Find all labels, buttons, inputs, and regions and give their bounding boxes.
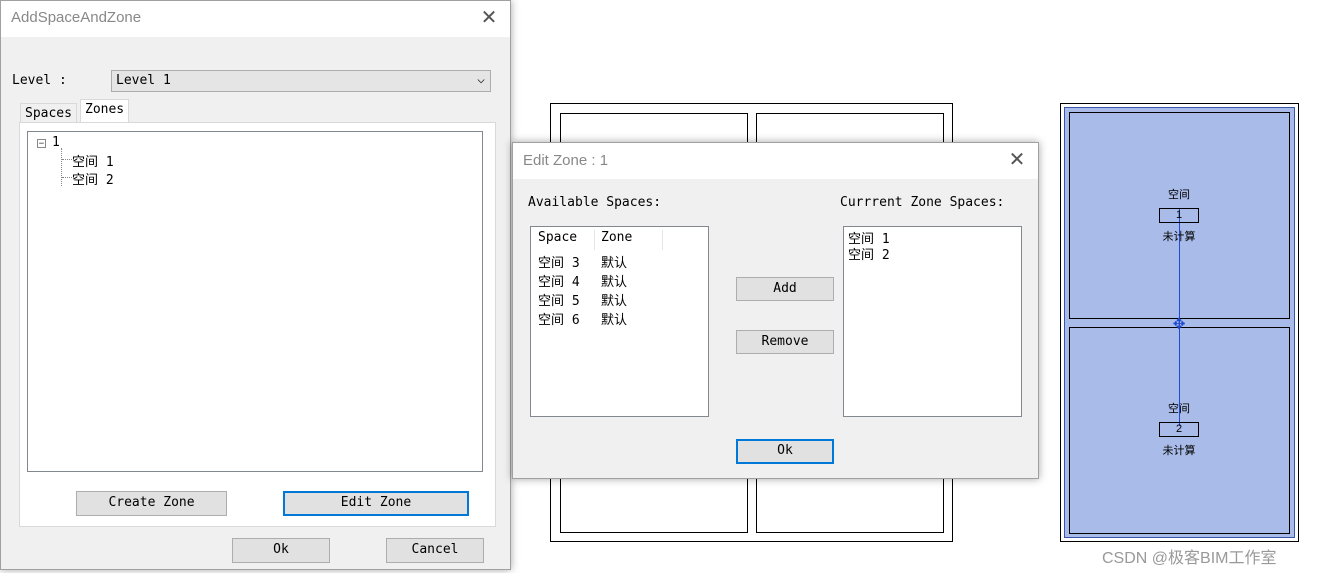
list-item-space[interactable]: 空间 2: [848, 244, 890, 263]
space-tag-area: 未计算: [1162, 445, 1196, 457]
tree-connector: [62, 159, 72, 160]
room-outline: [560, 478, 748, 533]
current-zone-spaces-label: Currrent Zone Spaces:: [840, 195, 1005, 210]
space-tag-name: 空间: [1168, 189, 1190, 201]
add-button[interactable]: Add: [736, 277, 834, 301]
available-spaces-label: Available Spaces:: [528, 195, 662, 210]
list-item-zone: 默认: [601, 313, 628, 328]
space-tag-number[interactable]: 1: [1159, 208, 1199, 223]
available-spaces-list[interactable]: Space Zone 空间 3 默认 空间 4 默认 空间 5 默认 空间 6 …: [530, 226, 709, 417]
collapse-icon[interactable]: −: [37, 139, 46, 149]
watermark-text: CSDN @极客BIM工作室: [1102, 550, 1277, 567]
create-zone-button[interactable]: Create Zone: [76, 491, 227, 516]
space-tag-area: 未计算: [1162, 231, 1196, 243]
list-item-zone: 默认: [601, 294, 628, 309]
dialog-titlebar[interactable]: AddSpaceAndZone ✕: [1, 1, 510, 37]
close-icon[interactable]: ✕: [1005, 150, 1029, 172]
column-header-space[interactable]: Space: [531, 230, 595, 250]
level-select[interactable]: Level 1 ⌵: [111, 70, 491, 92]
move-handle-icon[interactable]: ✥: [1168, 311, 1190, 333]
space-tag-name: 空间: [1168, 403, 1190, 415]
ok-button[interactable]: Ok: [736, 439, 834, 464]
add-space-and-zone-dialog: AddSpaceAndZone ✕ Level : Level 1 ⌵ Spac…: [0, 0, 511, 570]
cancel-button[interactable]: Cancel: [386, 538, 484, 563]
dialog-title: AddSpaceAndZone: [11, 9, 142, 26]
room-outline: [756, 478, 944, 533]
zone-tree[interactable]: − 1 空间 1 空间 2: [27, 131, 483, 472]
list-item-space[interactable]: 空间 5: [538, 290, 580, 309]
tab-panel: − 1 空间 1 空间 2 Create Zone Edit Zone: [19, 122, 496, 527]
room-outline: [560, 113, 748, 143]
room-outline: [756, 113, 944, 143]
tab-spaces-label: Spaces: [25, 106, 72, 121]
list-item-zone: 默认: [601, 256, 628, 271]
dialog-titlebar[interactable]: Edit Zone : 1 ✕: [513, 143, 1038, 179]
current-zone-spaces-list[interactable]: 空间 1 空间 2: [843, 226, 1022, 417]
level-select-value: Level 1: [116, 73, 171, 88]
tab-zones[interactable]: Zones: [80, 99, 130, 123]
level-label: Level :: [12, 73, 67, 88]
space-tag-number[interactable]: 2: [1159, 422, 1199, 437]
ok-button[interactable]: Ok: [232, 538, 330, 563]
list-item-space[interactable]: 空间 3: [538, 252, 580, 271]
tree-item-space[interactable]: 空间 1: [72, 151, 114, 170]
edit-zone-button[interactable]: Edit Zone: [283, 491, 469, 516]
tree-item-space[interactable]: 空间 2: [72, 169, 114, 188]
tree-connector: [61, 148, 62, 186]
tab-zones-label: Zones: [85, 102, 125, 117]
list-item-zone: 默认: [601, 275, 628, 290]
column-header-zone[interactable]: Zone: [595, 230, 663, 250]
tree-root-label[interactable]: 1: [52, 135, 60, 150]
chevron-down-icon: ⌵: [477, 72, 485, 87]
list-item-space[interactable]: 空间 6: [538, 309, 580, 328]
list-item-space[interactable]: 空间 4: [538, 271, 580, 290]
close-icon[interactable]: ✕: [477, 8, 501, 30]
edit-zone-dialog: Edit Zone : 1 ✕ Available Spaces: Currre…: [512, 142, 1039, 479]
tree-connector: [62, 177, 72, 178]
dialog-title: Edit Zone : 1: [523, 152, 609, 169]
remove-button[interactable]: Remove: [736, 330, 834, 354]
